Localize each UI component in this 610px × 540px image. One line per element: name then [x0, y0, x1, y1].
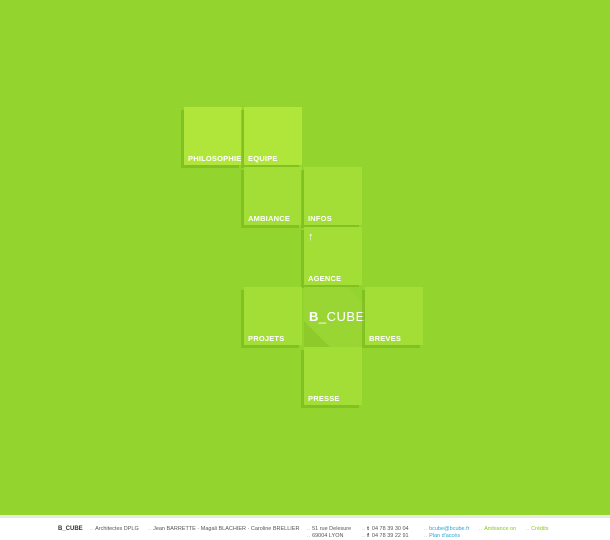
credits-link[interactable]: Crédits [531, 526, 548, 532]
tile-breves[interactable]: BREVES [365, 287, 423, 345]
ambiance-toggle-link[interactable]: Ambiance on [484, 526, 516, 532]
tile-label-philosophie: PHILOSOPHIE [188, 154, 242, 163]
fold-shadow [304, 321, 330, 347]
footer-credits-item: .. Crédits [526, 526, 549, 532]
footer-phone: .. t 04 78 39 30 04 [362, 526, 409, 532]
footer-ambiance-item: .. Ambiance on [479, 526, 517, 532]
tile-label-ambiance: AMBIANCE [248, 214, 291, 223]
tile-label-agence: AGENCE [308, 274, 342, 283]
tile-label-presse: PRESSE [308, 394, 340, 403]
tile-label-breves: BREVES [369, 334, 402, 343]
tile-ambiance[interactable]: AMBIANCE [244, 167, 302, 225]
footer-fax: .. f 04 78 39 22 91 [362, 533, 409, 539]
footer-address-1: .. 51 rue Delesure [307, 526, 352, 532]
tile-label-infos: INFOS [308, 214, 332, 223]
tile-equipe[interactable]: EQUIPE [244, 107, 302, 165]
map-link[interactable]: Plan d'accès [429, 533, 460, 539]
email-link[interactable]: bcube@bcube.fr [429, 526, 469, 532]
fax-icon: f [367, 533, 369, 539]
tile-presse[interactable]: PRESSE [304, 347, 362, 405]
tile-infos[interactable]: INFOS [304, 167, 362, 225]
tile-label-equipe: EQUIPE [248, 154, 278, 163]
footer: B_CUBE .. Architectes DPLG .. Jean BARRETT… [0, 515, 610, 540]
tile-agence[interactable]: ↑ AGENCE [304, 227, 362, 285]
tile-philosophie[interactable]: PHILOSOPHIE [184, 107, 242, 165]
footer-people-item: .. Jean BARRETTE · Magali BLACHIER · Caro… [148, 526, 300, 532]
footer-people: Jean BARRETTE · Magali BLACHIER · Caroli… [153, 526, 300, 532]
footer-title: Architectes DPLG [95, 526, 139, 532]
tile-label-projets: PROJETS [248, 334, 285, 343]
footer-email-item: .. bcube@bcube.fr [424, 526, 470, 532]
corner-fold [346, 287, 364, 305]
phone-icon: t [367, 526, 369, 532]
tile-projets[interactable]: PROJETS [244, 287, 302, 345]
footer-map-item: .. Plan d'accès [424, 533, 461, 539]
footer-address-2: .. 69004 LYON [307, 533, 344, 539]
logo-tile[interactable]: B_CUBE [304, 287, 364, 347]
footer-brand: B_CUBE [58, 526, 83, 532]
arrow-up-icon: ↑ [308, 231, 314, 243]
logo: B_CUBE [309, 309, 364, 324]
footer-title-item: .. Architectes DPLG [90, 526, 139, 532]
